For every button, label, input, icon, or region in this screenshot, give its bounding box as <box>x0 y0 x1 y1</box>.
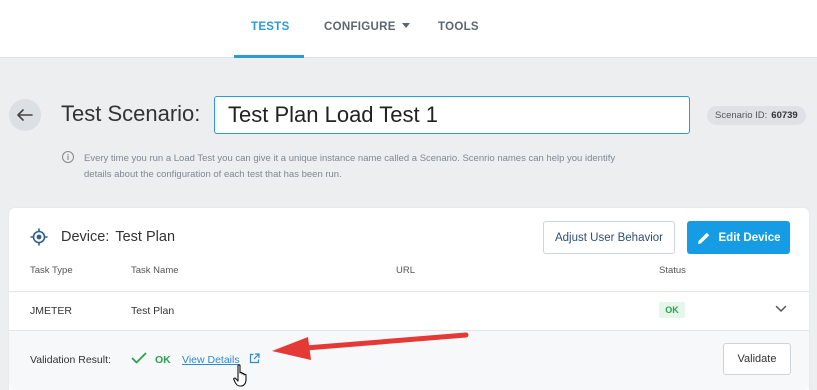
arrow-left-icon <box>17 109 33 121</box>
edit-device-label: Edit Device <box>718 231 781 244</box>
validate-button[interactable]: Validate <box>723 343 791 375</box>
info-icon: i <box>62 151 74 163</box>
caret-down-icon <box>401 23 410 29</box>
device-label: Device: <box>61 229 110 245</box>
validation-label: Validation Result: <box>30 354 111 366</box>
scenario-label: Test Scenario: <box>61 101 201 126</box>
annotation-arrow <box>272 332 469 360</box>
check-icon <box>131 352 147 364</box>
scenario-id-label: Scenario ID: <box>715 110 768 121</box>
cell-task-type: JMETER <box>30 305 72 317</box>
table-row[interactable] <box>9 291 809 331</box>
tab-configure-label: CONFIGURE <box>324 21 396 33</box>
column-header-task-name: Task Name <box>131 265 179 276</box>
tab-configure[interactable]: CONFIGURE <box>324 21 410 33</box>
hand-cursor-icon <box>233 364 247 387</box>
tab-tools[interactable]: TOOLS <box>438 21 479 33</box>
view-details-link[interactable]: View Details <box>182 354 240 366</box>
target-icon <box>30 228 48 246</box>
scenario-name-input[interactable] <box>214 96 690 134</box>
active-tab-indicator <box>234 55 304 58</box>
adjust-user-behavior-button[interactable]: Adjust User Behavior <box>543 221 675 254</box>
edit-device-button[interactable]: Edit Device <box>687 221 790 254</box>
column-header-status: Status <box>659 265 686 276</box>
pencil-icon <box>697 232 709 244</box>
device-name: Test Plan <box>115 229 176 245</box>
info-text: Every time you run a Load Test you can g… <box>84 153 616 180</box>
back-button[interactable] <box>9 99 41 131</box>
column-header-url: URL <box>396 265 416 276</box>
device-title: Device: Test Plan <box>61 229 175 245</box>
scenario-id-badge: Scenario ID: 60739 <box>707 106 806 125</box>
tab-tests[interactable]: TESTS <box>251 21 290 33</box>
scenario-id-value: 60739 <box>771 110 798 121</box>
cell-task-name: Test Plan <box>131 305 175 317</box>
status-badge: OK <box>659 302 685 318</box>
external-link-icon[interactable] <box>249 353 260 364</box>
validation-status: OK <box>155 354 171 366</box>
chevron-down-icon[interactable] <box>775 305 787 313</box>
column-header-task-type: Task Type <box>30 265 73 276</box>
top-navigation: TESTS CONFIGURE TOOLS <box>0 0 817 58</box>
